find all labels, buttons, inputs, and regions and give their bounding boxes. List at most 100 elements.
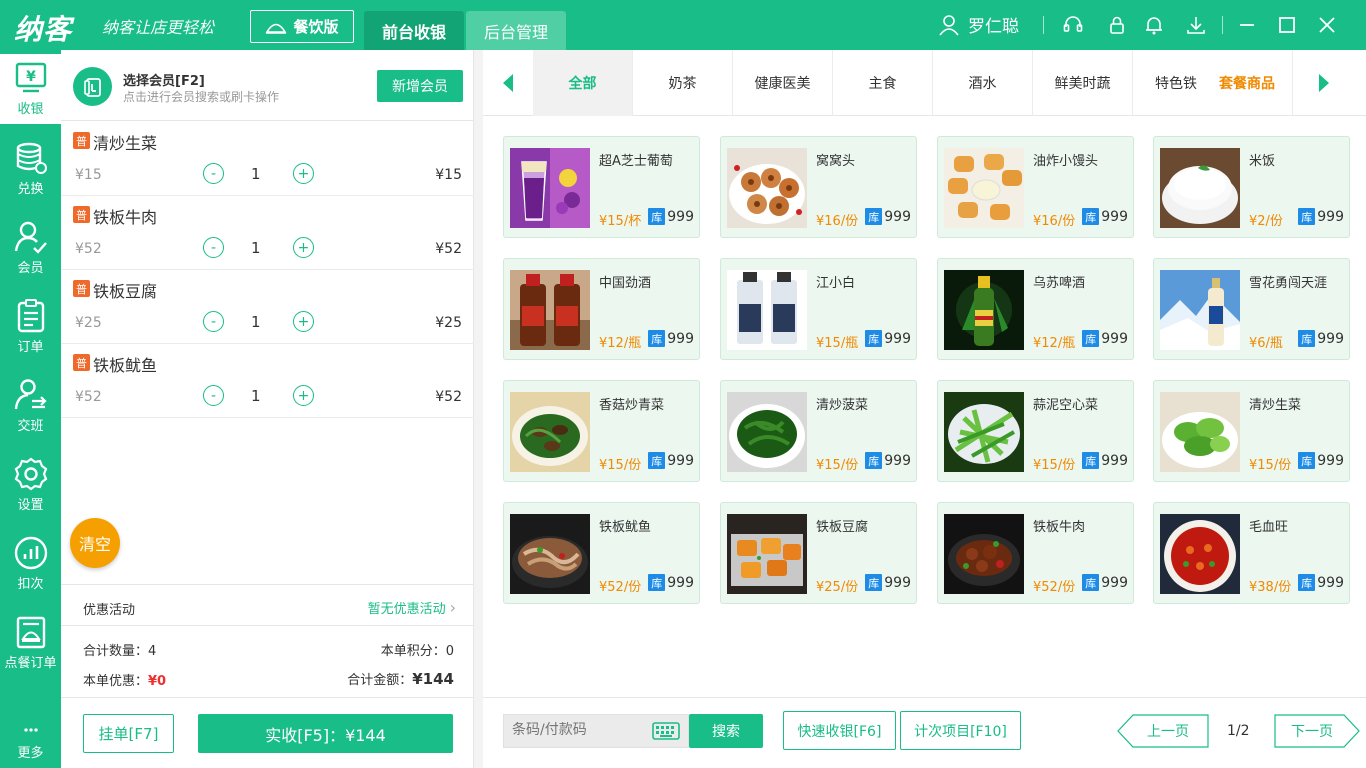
promotion-value[interactable]: 暂无优惠活动 ›: [368, 598, 456, 617]
product-stock: 库 999: [648, 574, 694, 591]
quick-checkout-button[interactable]: 快速收银[F6]: [783, 711, 896, 750]
product-card[interactable]: 铁板牛肉 ¥52/份 库 999: [937, 502, 1134, 604]
lock-icon[interactable]: [1106, 14, 1128, 36]
user-menu[interactable]: 罗仁聪: [938, 12, 1019, 37]
increase-button[interactable]: +: [293, 237, 314, 258]
barcode-search-box: [503, 714, 689, 748]
cart-item[interactable]: 普 清炒生菜 ¥15 - 1 + ¥15: [61, 122, 474, 196]
cart-item-qty[interactable]: 1: [251, 387, 261, 405]
category-tab[interactable]: 鲜美时蔬: [1033, 50, 1133, 116]
checkout-button[interactable]: 实收[F5]：¥144: [198, 714, 453, 753]
product-card[interactable]: 清炒菠菜 ¥15/份 库 999: [720, 380, 917, 482]
nav-deduct[interactable]: 扣次: [0, 529, 61, 599]
category-next-button[interactable]: [1299, 50, 1349, 116]
decrease-button[interactable]: -: [203, 385, 224, 406]
nav-settings[interactable]: 设置: [0, 450, 61, 520]
nav-dish-order[interactable]: 点餐订单: [0, 608, 61, 678]
cart-item-qty[interactable]: 1: [251, 313, 261, 331]
count-items-button[interactable]: 计次项目[F10]: [900, 711, 1021, 750]
product-card[interactable]: 毛血旺 ¥38/份 库 999: [1153, 502, 1350, 604]
order-discount: 本单优惠：¥0: [83, 670, 166, 689]
category-tab[interactable]: 套餐商品: [1203, 50, 1293, 116]
maximize-icon[interactable]: [1276, 14, 1298, 36]
category-tab[interactable]: 奶茶: [633, 50, 733, 116]
download-icon[interactable]: [1185, 14, 1207, 36]
product-card[interactable]: 中国劲酒 ¥12/瓶 库 999: [503, 258, 700, 360]
stock-value: 999: [884, 208, 911, 225]
nav-label: 兑换: [17, 182, 44, 197]
product-name: 江小白: [816, 276, 856, 291]
decrease-button[interactable]: -: [203, 163, 224, 184]
nav-label: 更多: [17, 746, 44, 761]
product-card[interactable]: 清炒生菜 ¥15/份 库 999: [1153, 380, 1350, 482]
product-card[interactable]: 米饭 ¥2/份 库 999: [1153, 136, 1350, 238]
nav-label: 点餐订单: [4, 656, 57, 671]
nav-cashier[interactable]: ¥ 收银: [0, 54, 61, 124]
regular-badge: 普: [73, 354, 90, 371]
category-tab[interactable]: 全部: [533, 50, 633, 116]
product-card[interactable]: 铁板鱿鱼 ¥52/份 库 999: [503, 502, 700, 604]
promotion-row[interactable]: 优惠活动 暂无优惠活动 ›: [61, 584, 474, 626]
product-card[interactable]: 江小白 ¥15/瓶 库 999: [720, 258, 917, 360]
nav-exchange[interactable]: 兑换: [0, 134, 61, 204]
increase-button[interactable]: +: [293, 311, 314, 332]
stock-value: 999: [1101, 208, 1128, 225]
headset-icon[interactable]: [1062, 14, 1084, 36]
product-card[interactable]: 超A芝士葡萄 ¥15/杯 库 999: [503, 136, 700, 238]
snow-beer-image: [1160, 270, 1240, 350]
nav-more[interactable]: 更多: [0, 714, 61, 768]
minimize-icon[interactable]: [1236, 14, 1258, 36]
decrease-button[interactable]: -: [203, 237, 224, 258]
product-card[interactable]: 雪花勇闯天涯 ¥6/瓶 库 999: [1153, 258, 1350, 360]
stock-value: 999: [1317, 574, 1344, 591]
close-icon[interactable]: [1316, 14, 1338, 36]
mushroom-greens-image: [510, 392, 590, 472]
nav-shift[interactable]: 交班: [0, 371, 61, 441]
promotion-label: 优惠活动: [83, 603, 136, 618]
nav-label: 交班: [17, 419, 44, 434]
total-count: 合计数量：4: [83, 640, 156, 659]
keyboard-icon[interactable]: [652, 722, 680, 740]
barcode-input[interactable]: [512, 722, 642, 738]
hold-order-button[interactable]: 挂单[F7]: [83, 714, 174, 753]
order-total: 合计金额：¥144: [347, 669, 454, 688]
product-card[interactable]: 香菇炒青菜 ¥15/份 库 999: [503, 380, 700, 482]
order-points: 本单积分：0: [381, 640, 454, 659]
decrease-button[interactable]: -: [203, 311, 224, 332]
more-icon: [23, 728, 38, 732]
product-name: 清炒生菜: [1249, 398, 1302, 413]
nav-order[interactable]: 订单: [0, 292, 61, 362]
cart-item-qty[interactable]: 1: [251, 165, 261, 183]
spinach-image: [727, 392, 807, 472]
user-icon: [939, 14, 959, 35]
edition-button[interactable]: 餐饮版: [250, 10, 354, 43]
product-card[interactable]: 蒜泥空心菜 ¥15/份 库 999: [937, 380, 1134, 482]
tab-back-office[interactable]: 后台管理: [466, 11, 566, 50]
cart-item[interactable]: 普 铁板牛肉 ¥52 - 1 + ¥52: [61, 196, 474, 270]
increase-button[interactable]: +: [293, 163, 314, 184]
product-card[interactable]: 铁板豆腐 ¥25/份 库 999: [720, 502, 917, 604]
nav-member[interactable]: 会员: [0, 213, 61, 283]
category-tab[interactable]: 健康医美: [733, 50, 833, 116]
increase-button[interactable]: +: [293, 385, 314, 406]
tab-front-cashier[interactable]: 前台收银: [364, 11, 464, 50]
cart-item[interactable]: 普 铁板豆腐 ¥25 - 1 + ¥25: [61, 270, 474, 344]
category-tab[interactable]: 酒水: [933, 50, 1033, 116]
clear-cart-button[interactable]: 清空: [70, 518, 120, 568]
add-member-button[interactable]: 新增会员: [377, 70, 463, 102]
category-tab[interactable]: 特色铁: [1133, 50, 1203, 116]
prev-page-button[interactable]: 上一页: [1117, 714, 1209, 748]
member-select[interactable]: 选择会员[F2] 点击进行会员搜索或刷卡操作 新增会员: [61, 50, 474, 121]
app-logo: 纳客: [14, 13, 73, 46]
category-prev-button[interactable]: [483, 50, 533, 116]
next-page-button[interactable]: 下一页: [1274, 714, 1360, 748]
search-button[interactable]: 搜索: [689, 714, 763, 748]
product-card[interactable]: 油炸小馒头 ¥16/份 库 999: [937, 136, 1134, 238]
product-card[interactable]: 窝窝头 ¥16/份 库 999: [720, 136, 917, 238]
product-name: 乌苏啤酒: [1033, 276, 1086, 291]
bell-icon[interactable]: [1143, 14, 1165, 36]
category-tab[interactable]: 主食: [833, 50, 933, 116]
cart-item-qty[interactable]: 1: [251, 239, 261, 257]
cart-item[interactable]: 普 铁板鱿鱼 ¥52 - 1 + ¥52: [61, 344, 474, 418]
product-card[interactable]: 乌苏啤酒 ¥12/瓶 库 999: [937, 258, 1134, 360]
